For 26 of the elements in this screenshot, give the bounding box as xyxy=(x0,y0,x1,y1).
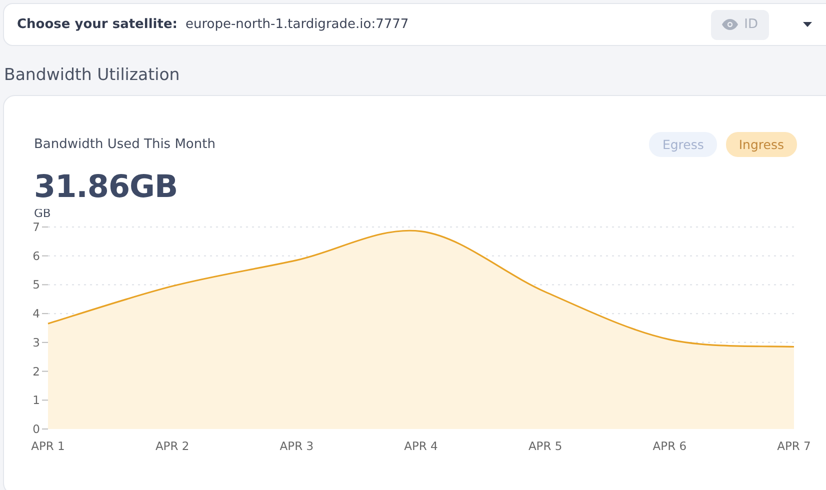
satellite-label: Choose your satellite: xyxy=(17,17,178,32)
x-tick-label: APR 3 xyxy=(280,439,314,453)
y-tick-label: 5 xyxy=(32,278,40,292)
y-tick-label: 7 xyxy=(32,220,40,234)
satellite-value: europe-north-1.tardigrade.io:7777 xyxy=(185,17,410,32)
eye-icon xyxy=(722,19,738,30)
y-tick-label: 4 xyxy=(32,306,40,321)
card-title: Bandwidth Used This Month xyxy=(34,137,216,152)
x-tick-label: APR 2 xyxy=(155,439,190,453)
y-tick-label: 6 xyxy=(32,248,40,263)
x-tick-label: APR 5 xyxy=(528,439,562,453)
y-tick-label: 1 xyxy=(32,393,40,408)
section-title: Bandwidth Utilization xyxy=(4,65,181,86)
x-tick-label: APR 4 xyxy=(404,439,438,453)
y-tick-label: 0 xyxy=(32,422,40,436)
x-tick-label: APR 1 xyxy=(31,439,65,453)
y-tick-label: 3 xyxy=(32,335,40,350)
x-tick-label: APR 6 xyxy=(652,439,687,453)
y-tick-label: 2 xyxy=(32,364,40,378)
bandwidth-total: 31.86GB xyxy=(34,169,179,205)
satellite-selector[interactable]: Choose your satellite: europe-north-1.tardigrade.io:7777 ID xyxy=(3,3,826,46)
chart-toggle[interactable]: Ingress xyxy=(726,132,797,157)
caret-icon[interactable] xyxy=(803,22,812,27)
chart-toggle[interactable]: Egress xyxy=(649,132,717,157)
x-tick-label: APR 7 xyxy=(777,439,811,453)
id-button[interactable]: ID xyxy=(711,10,769,40)
